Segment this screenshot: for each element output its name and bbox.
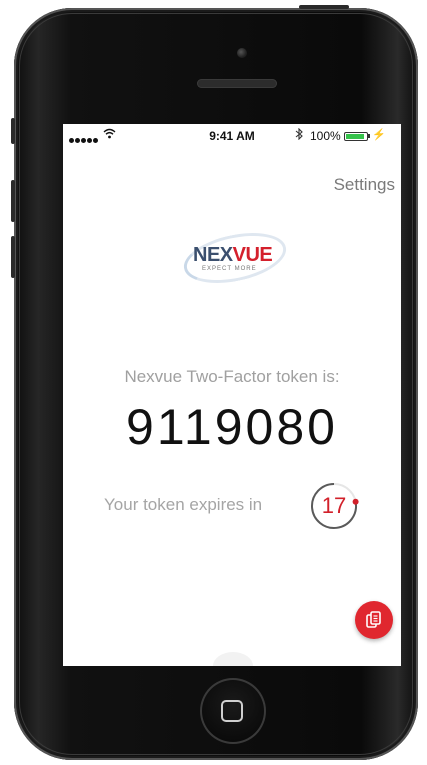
logo-wordmark: NEXVUE [193, 244, 273, 267]
volume-up-button [11, 180, 15, 222]
scroll-hint [213, 652, 253, 666]
logo-nex: NEX [193, 244, 233, 266]
countdown-timer: 17 [309, 481, 359, 531]
phone-frame: 9:41 AM 100% ⚡ Settings NEXVUE EXPECT MO… [11, 5, 418, 760]
token-expiry-row: Your token expires in 17 [63, 479, 401, 531]
token-value[interactable]: 9119080 [63, 398, 401, 456]
copy-icon [366, 611, 381, 628]
mute-switch [11, 118, 15, 144]
front-camera [237, 48, 247, 58]
logo-vue: VUE [232, 244, 273, 266]
bluetooth-icon [295, 127, 303, 143]
home-button[interactable] [200, 678, 266, 744]
logo-tagline: EXPECT MORE [202, 266, 257, 272]
settings-link[interactable]: Settings [334, 175, 395, 195]
volume-down-button [11, 236, 15, 278]
expires-label: Your token expires in [104, 495, 263, 514]
battery-tip [368, 134, 370, 138]
nexvue-logo: NEXVUE EXPECT MORE [179, 224, 291, 292]
earpiece-speaker [197, 79, 277, 88]
battery-percentage: 100% [310, 129, 341, 143]
power-button [299, 5, 349, 9]
token-label: Nexvue Two-Factor token is: [124, 367, 340, 386]
charging-bolt-icon: ⚡ [372, 129, 386, 141]
countdown-seconds: 17 [321, 493, 347, 518]
copy-token-button[interactable] [355, 601, 393, 639]
app-screen: 9:41 AM 100% ⚡ Settings NEXVUE EXPECT MO… [63, 124, 401, 666]
home-square-icon [221, 700, 243, 722]
status-bar: 9:41 AM 100% ⚡ [63, 124, 401, 146]
battery-icon [344, 132, 368, 141]
